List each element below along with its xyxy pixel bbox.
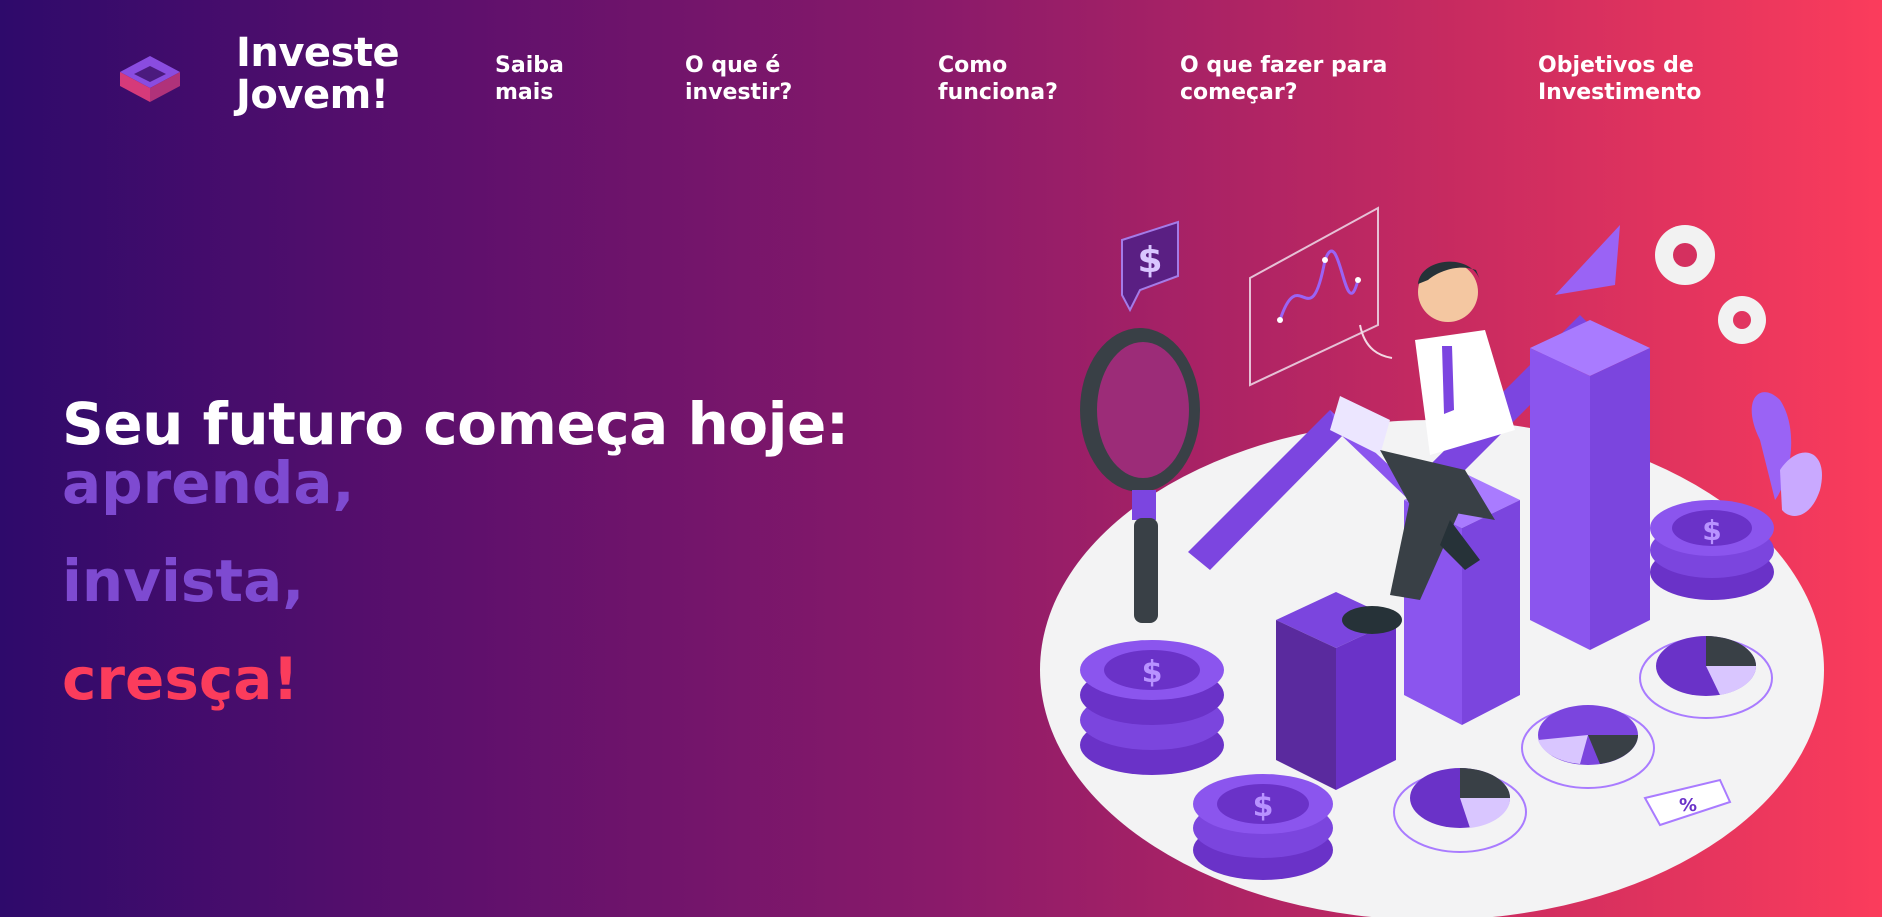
nav-o-que-fazer[interactable]: O que fazer para começar?: [1180, 52, 1387, 106]
svg-text:$: $: [1702, 514, 1721, 547]
hero-line-cresca: cresça!: [62, 645, 299, 713]
brand-name[interactable]: Investe Jovem!: [236, 32, 400, 116]
svg-text:$: $: [1137, 240, 1162, 281]
investment-illustration: $ $ $ $ %: [1040, 206, 1824, 917]
nav-o-que-e-investir[interactable]: O que é investir?: [685, 52, 792, 106]
line-chart-panel: [1249, 206, 1393, 387]
dollar-chat-icon: $: [1121, 220, 1179, 313]
hero-line-aprenda: aprenda,: [62, 449, 355, 517]
bar-tall: [1530, 320, 1650, 650]
nav-como-funciona[interactable]: Como funciona?: [938, 52, 1058, 106]
svg-text:$: $: [1142, 655, 1163, 690]
coin-stack-right: $: [1650, 500, 1774, 600]
nav-saiba-mais[interactable]: Saiba mais: [495, 52, 564, 106]
coin-stack-left: $: [1080, 640, 1224, 775]
plant-icon: [1751, 392, 1822, 516]
svg-text:$: $: [1253, 789, 1274, 824]
svg-text:%: %: [1679, 795, 1697, 816]
gear-icon: [1655, 225, 1766, 344]
logo-cube-icon[interactable]: [118, 54, 182, 104]
coin-stack-middle: $: [1193, 774, 1333, 880]
nav-objetivos[interactable]: Objetivos de Investimento: [1538, 52, 1701, 106]
hero-line-invista: invista,: [62, 547, 305, 615]
